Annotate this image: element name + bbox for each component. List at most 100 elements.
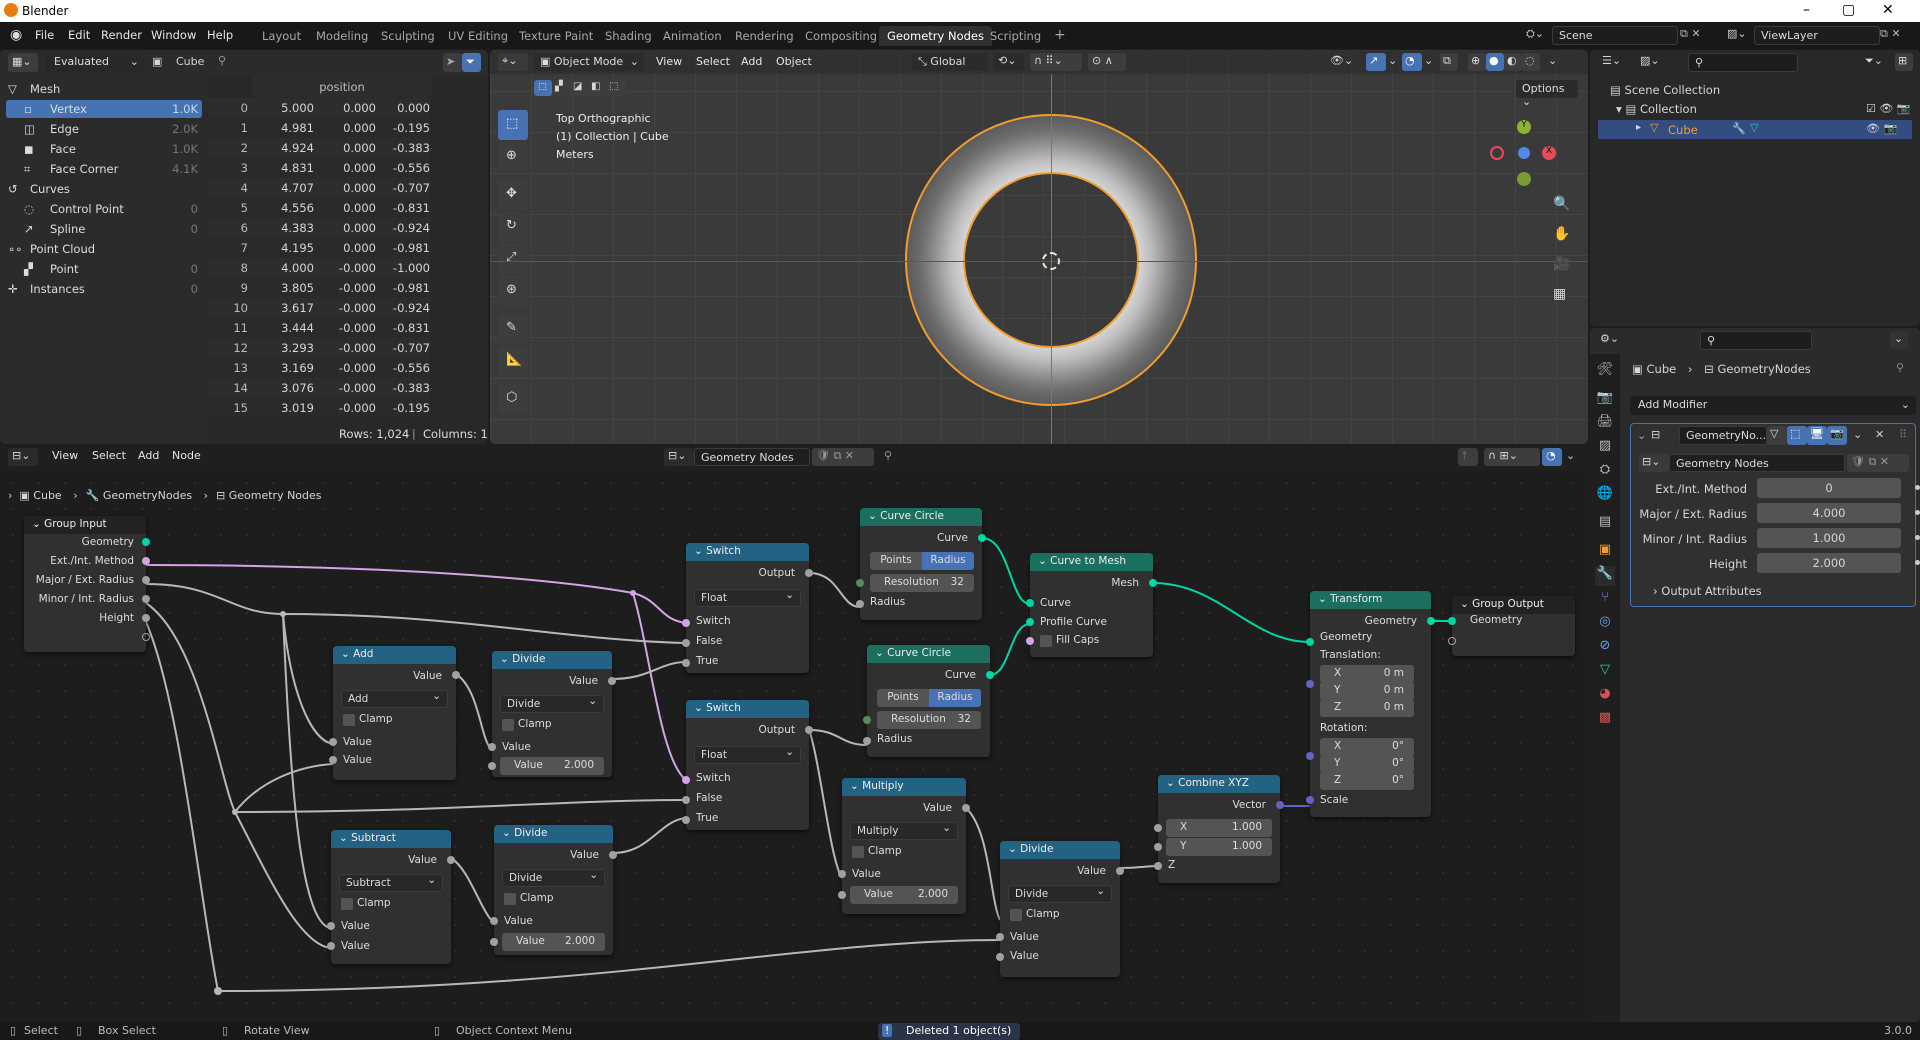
add-cube-tool-icon[interactable]: ⬡ — [498, 384, 528, 414]
output-socket[interactable] — [142, 538, 150, 546]
input-socket[interactable] — [996, 953, 1004, 961]
y-field[interactable]: Y 1.000 — [1166, 838, 1272, 856]
collection-toggles[interactable]: ☑ 👁 📷 — [1866, 102, 1911, 115]
tab-animation[interactable]: Animation — [655, 26, 730, 46]
node-header[interactable]: ⌄ Group Output — [1452, 596, 1575, 614]
menu-file[interactable]: File — [35, 28, 54, 42]
view-layer-tab-icon[interactable]: ▨ — [1595, 438, 1615, 458]
drag-handle-icon[interactable]: ⠿ — [1899, 428, 1907, 441]
empty-socket[interactable] — [1448, 637, 1456, 645]
rendered-shading-icon[interactable]: ◌ — [1522, 53, 1540, 71]
modifier-tab-icon[interactable]: 🔧 — [1595, 566, 1615, 586]
cursor-tool-icon[interactable]: ⊕ — [498, 142, 528, 172]
new-view-layer-icon[interactable]: ⧉ ✕ — [1880, 27, 1901, 41]
collapse-chevron-icon[interactable]: ⌄ — [875, 647, 887, 659]
input-socket[interactable] — [996, 933, 1004, 941]
pin-icon[interactable]: ⚲ — [218, 54, 226, 67]
data-set-mesh[interactable]: ▽ Mesh — [6, 80, 202, 98]
node-header[interactable]: ⌄ Switch — [686, 700, 809, 718]
collapse-chevron-icon[interactable]: ⌄ — [850, 780, 862, 792]
translation-field[interactable]: Y 0 m — [1320, 682, 1414, 700]
output-socket[interactable] — [142, 576, 150, 584]
material-tab-icon[interactable]: ◕ — [1595, 686, 1615, 706]
output-socket[interactable] — [142, 557, 150, 565]
input-socket[interactable] — [329, 756, 337, 764]
resolution-field[interactable]: Resolution 32 — [877, 711, 981, 729]
operation-dropdown[interactable]: Add — [341, 690, 448, 708]
move-tool-icon[interactable]: ✥ — [498, 180, 528, 210]
tab-texture-paint[interactable]: Texture Paint — [511, 26, 601, 46]
menu-help[interactable]: Help — [207, 28, 233, 42]
node-header[interactable]: ⌄ Curve to Mesh — [1030, 553, 1153, 571]
tab-uv-editing[interactable]: UV Editing — [440, 26, 516, 46]
outliner-item-cube[interactable]: ▸ ▽ Cube 🔧 ▽ 👁 📷 — [1598, 120, 1912, 139]
pan-view-icon[interactable]: ✋ — [1553, 226, 1570, 242]
shading-options-chevron-icon[interactable]: ⌄ — [1548, 54, 1557, 67]
particles-tab-icon[interactable]: ⑂ — [1595, 590, 1615, 610]
keyframe-dot-icon[interactable] — [1915, 510, 1920, 515]
properties-options-chevron-icon[interactable]: ⌄ — [1890, 331, 1908, 349]
input-socket[interactable] — [1306, 680, 1314, 688]
node-divide1[interactable]: ⌄ Divide Value Divide Clamp Value Value 2.000 — [488, 651, 616, 777]
close-button[interactable]: ✕ — [1882, 2, 1894, 18]
collapse-chevron-icon[interactable]: ⌄ — [1038, 555, 1050, 567]
output-socket[interactable] — [962, 804, 970, 812]
gizmo-toggle-icon[interactable]: ↗ — [1366, 53, 1386, 71]
outliner-search-input[interactable]: ⚲ — [1688, 53, 1798, 72]
output-socket[interactable] — [609, 851, 617, 859]
editor-type-icon[interactable]: ▦⌄ — [8, 53, 38, 72]
outliner-editor-type-icon[interactable]: ☰⌄ — [1598, 53, 1628, 71]
node-header[interactable]: ⌄ Divide — [1000, 841, 1120, 859]
output-attributes-toggle[interactable]: › Output Attributes — [1653, 584, 1762, 598]
input-socket[interactable] — [1306, 796, 1314, 804]
modifier-name-field[interactable]: GeometryNo... — [1679, 426, 1767, 445]
input-socket[interactable] — [682, 659, 690, 667]
clamp-checkbox[interactable] — [341, 898, 353, 910]
viewport-menu-view[interactable]: View — [656, 55, 682, 68]
resolution-field[interactable]: Resolution 32 — [870, 574, 974, 592]
input-socket[interactable] — [1448, 617, 1456, 625]
material-shading-icon[interactable]: ◐ — [1504, 53, 1522, 71]
measure-tool-icon[interactable]: 📐 — [498, 346, 528, 376]
display-mode-icon[interactable]: ▨⌄ — [1636, 53, 1666, 71]
new-scene-icon[interactable]: ⧉ ✕ — [1680, 27, 1701, 41]
clamp-checkbox[interactable] — [504, 893, 516, 905]
outliner-item-collection[interactable]: ▾ ▤ Collection — [1616, 102, 1697, 116]
node-curve-to-mesh[interactable]: ⌄ Curve to Mesh Mesh Curve Profile Curve Fil… — [1026, 553, 1157, 657]
clamp-checkbox[interactable] — [1010, 909, 1022, 921]
output-socket[interactable] — [452, 671, 460, 679]
visibility-icon[interactable]: 👁⌄ — [1330, 54, 1353, 67]
output-tab-icon[interactable]: 🖨 — [1595, 414, 1615, 434]
input-socket[interactable] — [1306, 752, 1314, 760]
navigation-gizmo[interactable]: Y X — [1484, 114, 1564, 194]
selected-only-icon[interactable]: ➤ — [443, 53, 462, 72]
input-socket[interactable] — [329, 738, 337, 746]
input-socket[interactable] — [1154, 862, 1162, 870]
collapse-chevron-icon[interactable]: ⌄ — [868, 510, 880, 522]
input-socket[interactable] — [863, 716, 871, 724]
solid-shading-icon[interactable]: ● — [1486, 53, 1504, 71]
node-editor[interactable]: ⊟⌄ View Select Add Node ⊟⌄ Geometry Node… — [0, 444, 1590, 1022]
menu-window[interactable]: Window — [151, 28, 196, 42]
rotate-tool-icon[interactable]: ↻ — [498, 212, 528, 242]
mode-radius-button[interactable]: Radius — [929, 689, 981, 707]
pivot-point-icon[interactable]: ⟲⌄ — [994, 53, 1024, 71]
input-socket[interactable] — [838, 891, 846, 899]
keyframe-dot-icon[interactable] — [1915, 560, 1920, 565]
editor-type-viewport-icon[interactable]: ⌖⌄ — [498, 53, 528, 71]
node-header[interactable]: ⌄ Combine XYZ — [1158, 775, 1280, 793]
viewport-menu-select[interactable]: Select — [696, 55, 730, 68]
disclosure-triangle-icon[interactable]: ▸ — [1636, 122, 1641, 133]
select-new-icon[interactable]: ⬚ — [534, 80, 552, 96]
filter-icon[interactable]: ⏷ — [462, 53, 481, 72]
input-socket[interactable] — [856, 600, 864, 608]
render-tab-icon[interactable]: 📷 — [1595, 390, 1615, 410]
output-socket[interactable] — [142, 614, 150, 622]
rotation-field[interactable]: X 0° — [1320, 738, 1414, 756]
menu-render[interactable]: Render — [101, 28, 142, 42]
clamp-checkbox[interactable] — [852, 846, 864, 858]
wireframe-shading-icon[interactable]: ⊕ — [1468, 53, 1486, 71]
blender-menu-icon[interactable]: ◉ — [10, 27, 26, 43]
transform-orientation-dropdown[interactable]: ⤡ Global — [912, 53, 988, 71]
collapse-chevron-icon[interactable]: ⌄ — [341, 648, 353, 660]
